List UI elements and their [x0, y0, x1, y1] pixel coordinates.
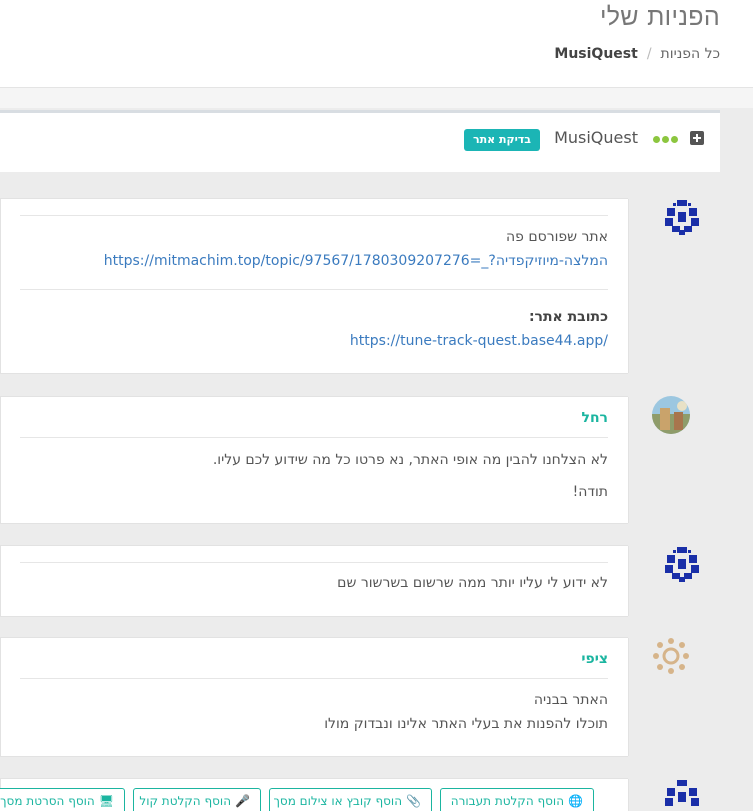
user-avatar-pattern-icon	[663, 545, 701, 583]
message-text: תודה!	[572, 484, 608, 500]
breadcrumb-current: MusiQuest	[554, 46, 638, 62]
user-avatar-pattern-icon	[663, 198, 701, 236]
status-badge: בדיקת אתר	[463, 129, 540, 151]
user-avatar-photo-icon	[652, 396, 690, 434]
message-thread: אתר שפורסם פה https://mitmachim.top/topi…	[0, 172, 720, 811]
site-address-label: כתובת אתר:	[528, 309, 608, 325]
header-gap	[0, 88, 753, 108]
message-text: האתר בבניה	[533, 692, 608, 708]
add-file-button[interactable]: 📎הוסף קובץ או צילום מסך	[269, 788, 432, 811]
ticket-header: MusiQuest בדיקת אתר	[0, 110, 720, 172]
message-card: ציפי האתר בבניה תוכלו להפנות את בעלי האת…	[0, 637, 629, 757]
message-text: אתר שפורסם פה	[505, 229, 608, 245]
globe-icon: 🌐	[568, 794, 583, 808]
message-text: לא הצלחנו להבין מה אופי האתר, נא פרטו כל…	[212, 452, 608, 468]
message-author: רחל	[581, 410, 608, 426]
breadcrumb-separator: /	[646, 46, 652, 62]
ticket-name: MusiQuest	[554, 128, 638, 147]
add-screen-recording-button[interactable]: 🖥הוסף הסרטת מסך	[0, 788, 125, 811]
user-avatar-flower-icon	[652, 637, 690, 675]
breadcrumb-all-tickets[interactable]: כל הפניות	[661, 46, 720, 62]
page-title: הפניות שלי	[599, 2, 720, 31]
message-card: לא ידוע לי עליו יותר ממה שרשום בשרשור שם	[0, 545, 629, 617]
page-header: הפניות שלי כל הפניות / MusiQuest	[0, 0, 753, 88]
add-voice-recording-button[interactable]: 🎤הוסף הקלטת קול	[133, 788, 261, 811]
message-card: רחל לא הצלחנו להבין מה אופי האתר, נא פרט…	[0, 396, 629, 524]
add-traffic-recording-button[interactable]: 🌐הוסף הקלטת תעבורה	[440, 788, 594, 811]
message-text: לא ידוע לי עליו יותר ממה שרשום בשרשור שם	[337, 575, 608, 591]
breadcrumb: כל הפניות / MusiQuest	[554, 46, 720, 62]
message-text: תוכלו להפנות את בעלי האתר אלינו ונבדוק מ…	[324, 716, 608, 732]
paperclip-icon: 📎	[406, 794, 421, 808]
message-card: אתר שפורסם פה https://mitmachim.top/topi…	[0, 198, 629, 374]
activity-dots-icon	[653, 136, 678, 143]
site-address-link[interactable]: https://tune-track-quest.base44.app/	[350, 333, 608, 349]
plus-square-icon[interactable]	[690, 131, 704, 145]
message-link[interactable]: https://mitmachim.top/topic/97567/178030…	[104, 253, 608, 269]
microphone-icon: 🎤	[235, 794, 250, 808]
monitor-icon: 🖥	[98, 794, 114, 808]
message-author: ציפי	[581, 651, 608, 667]
reply-actions: 🌐הוסף הקלטת תעבורה 📎הוסף קובץ או צילום מ…	[0, 788, 720, 811]
